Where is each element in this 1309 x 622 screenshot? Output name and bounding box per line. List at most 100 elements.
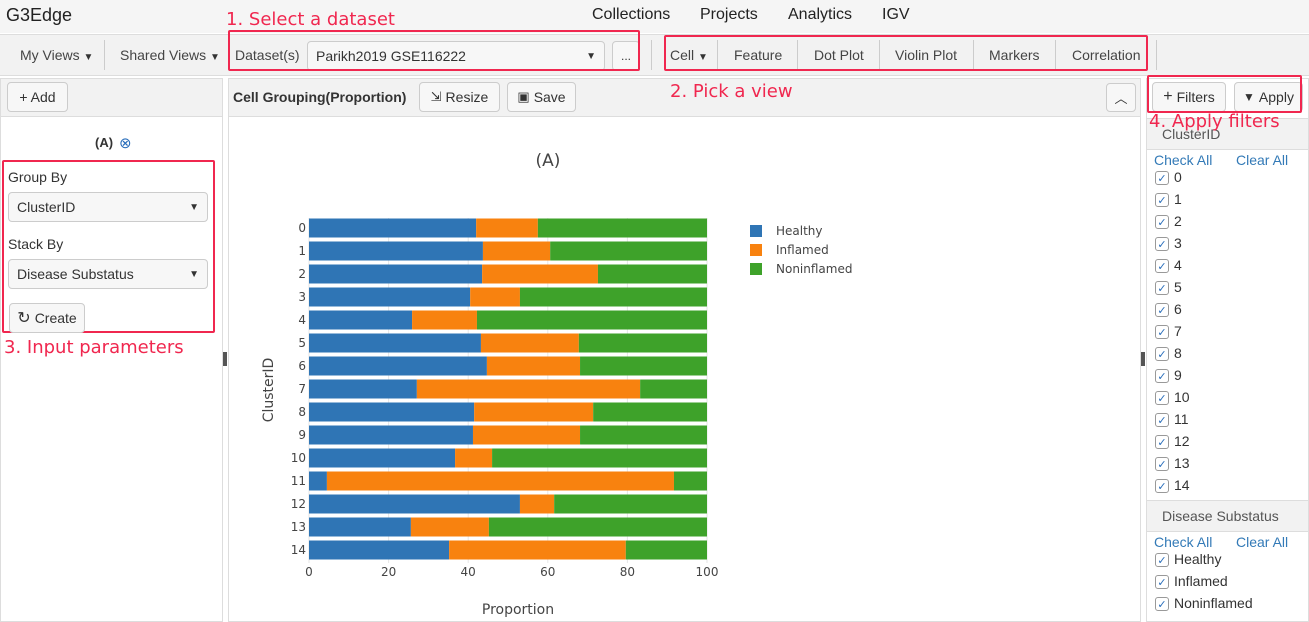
checkbox-checked-icon[interactable]: ✓ (1155, 325, 1169, 340)
filter-item-label: 14 (1174, 477, 1190, 493)
collapse-chevron-up-icon[interactable]: ︿ (1106, 83, 1136, 112)
filter-item-label: 9 (1174, 367, 1182, 383)
checkbox-checked-icon[interactable]: ✓ (1155, 575, 1169, 590)
nav-igv[interactable]: IGV (882, 6, 910, 24)
filter-checkbox-item[interactable]: ✓ Inflamed (1155, 573, 1228, 590)
create-button[interactable]: ↻ Create (9, 303, 85, 333)
resize-button[interactable]: ⇲ Resize (419, 82, 500, 112)
y-tick-label: 7 (298, 382, 306, 396)
bar-noninflamed-3 (519, 287, 707, 307)
bar-inflamed-14 (449, 540, 626, 560)
filter-checkbox-item[interactable]: ✓ Healthy (1155, 551, 1221, 568)
bar-noninflamed-11 (673, 471, 707, 491)
bar-noninflamed-4 (476, 310, 707, 330)
caret-down-icon: ▼ (210, 52, 220, 63)
y-tick-label: 2 (298, 267, 306, 281)
checkbox-checked-icon[interactable]: ✓ (1155, 435, 1169, 450)
left-splitter-handle[interactable] (223, 352, 227, 366)
bar-noninflamed-14 (625, 540, 707, 560)
bar-noninflamed-2 (597, 264, 707, 284)
checkbox-checked-icon[interactable]: ✓ (1155, 171, 1169, 186)
save-button[interactable]: ▣ Save (507, 82, 576, 112)
annotation-pick-view: 2. Pick a view (670, 81, 793, 102)
app-logo[interactable]: G3Edge (6, 5, 72, 26)
filter-checkbox-item[interactable]: ✓ 3 (1155, 235, 1182, 252)
bar-inflamed-1 (482, 241, 551, 261)
panel-title: Cell Grouping(Proportion) (233, 89, 407, 105)
filter-checkbox-item[interactable]: ✓ 5 (1155, 279, 1182, 296)
filter-item-label: 10 (1174, 389, 1190, 405)
checkbox-checked-icon[interactable]: ✓ (1155, 391, 1169, 406)
remove-item-icon[interactable]: ⊗ (119, 134, 132, 152)
checkbox-checked-icon[interactable]: ✓ (1155, 457, 1169, 472)
group-by-select[interactable]: ClusterID ▼ (8, 192, 208, 222)
nav-collections[interactable]: Collections (592, 6, 670, 24)
shared-views-menu[interactable]: Shared Views ▼ (120, 47, 220, 63)
filter-checkbox-item[interactable]: ✓ 0 (1155, 169, 1182, 186)
x-tick-label: 20 (381, 565, 396, 579)
checkbox-checked-icon[interactable]: ✓ (1155, 347, 1169, 362)
check-all-link[interactable]: Check All (1154, 152, 1212, 168)
x-tick-label: 40 (461, 565, 476, 579)
checkbox-checked-icon[interactable]: ✓ (1155, 237, 1169, 252)
nav-analytics[interactable]: Analytics (788, 6, 852, 24)
filter-checkbox-item[interactable]: ✓ 7 (1155, 323, 1182, 340)
stack-by-select[interactable]: Disease Substatus ▼ (8, 259, 208, 289)
filter-checkbox-item[interactable]: ✓ 9 (1155, 367, 1182, 384)
bar-healthy-11 (309, 471, 327, 491)
filter-checkbox-item[interactable]: ✓ 4 (1155, 257, 1182, 274)
filter-checkbox-item[interactable]: ✓ 8 (1155, 345, 1182, 362)
legend-label: Inflamed (776, 243, 829, 257)
filter-checkbox-item[interactable]: ✓ 2 (1155, 213, 1182, 230)
y-axis-title: ClusterID (261, 358, 277, 423)
filter-item-label: 13 (1174, 455, 1190, 471)
filter-checkbox-item[interactable]: ✓ Noninflamed (1155, 595, 1253, 612)
filter-checkbox-item[interactable]: ✓ 14 (1155, 477, 1190, 494)
checkbox-checked-icon[interactable]: ✓ (1155, 281, 1169, 296)
bar-inflamed-12 (519, 494, 555, 514)
annotation-box-view (664, 35, 1148, 71)
checkbox-checked-icon[interactable]: ✓ (1155, 369, 1169, 384)
checkbox-checked-icon[interactable]: ✓ (1155, 553, 1169, 568)
bar-inflamed-10 (455, 448, 493, 468)
checkbox-checked-icon[interactable]: ✓ (1155, 215, 1169, 230)
checkbox-checked-icon[interactable]: ✓ (1155, 597, 1169, 612)
bar-noninflamed-1 (550, 241, 707, 261)
bar-inflamed-3 (470, 287, 520, 307)
checkbox-checked-icon[interactable]: ✓ (1155, 413, 1169, 428)
clear-all-link[interactable]: Clear All (1236, 152, 1288, 168)
clear-all-link[interactable]: Clear All (1236, 534, 1288, 550)
nav-projects[interactable]: Projects (700, 6, 758, 24)
bar-inflamed-7 (416, 379, 641, 399)
check-all-link[interactable]: Check All (1154, 534, 1212, 550)
filter-item-label: 8 (1174, 345, 1182, 361)
filter-checkbox-item[interactable]: ✓ 12 (1155, 433, 1190, 450)
bar-noninflamed-10 (492, 448, 707, 468)
caret-down-icon: ▼ (189, 268, 199, 280)
filter-item-label: 1 (1174, 191, 1182, 207)
resize-icon: ⇲ (430, 89, 442, 104)
filter-checkbox-item[interactable]: ✓ 10 (1155, 389, 1190, 406)
filter-item-label: 11 (1174, 411, 1189, 427)
my-views-menu[interactable]: My Views ▼ (20, 47, 93, 63)
checkbox-checked-icon[interactable]: ✓ (1155, 259, 1169, 274)
bar-healthy-10 (309, 448, 456, 468)
x-tick-label: 100 (696, 565, 719, 579)
filter-checkbox-item[interactable]: ✓ 1 (1155, 191, 1182, 208)
bar-inflamed-6 (486, 356, 581, 376)
filter-checkbox-item[interactable]: ✓ 6 (1155, 301, 1182, 318)
checkbox-checked-icon[interactable]: ✓ (1155, 193, 1169, 208)
filter-checkbox-item[interactable]: ✓ 11 (1155, 411, 1189, 428)
shared-views-label: Shared Views (120, 47, 207, 63)
annotation-box-filters (1147, 75, 1302, 113)
checkbox-checked-icon[interactable]: ✓ (1155, 479, 1169, 494)
bar-healthy-12 (309, 494, 520, 514)
bar-noninflamed-0 (537, 218, 707, 238)
checkbox-checked-icon[interactable]: ✓ (1155, 303, 1169, 318)
add-button[interactable]: + Add (7, 82, 68, 112)
x-tick-label: 60 (540, 565, 555, 579)
right-splitter-handle[interactable] (1141, 352, 1145, 366)
stack-by-value: Disease Substatus (17, 266, 134, 282)
filter-checkbox-item[interactable]: ✓ 13 (1155, 455, 1190, 472)
divider (651, 40, 652, 70)
